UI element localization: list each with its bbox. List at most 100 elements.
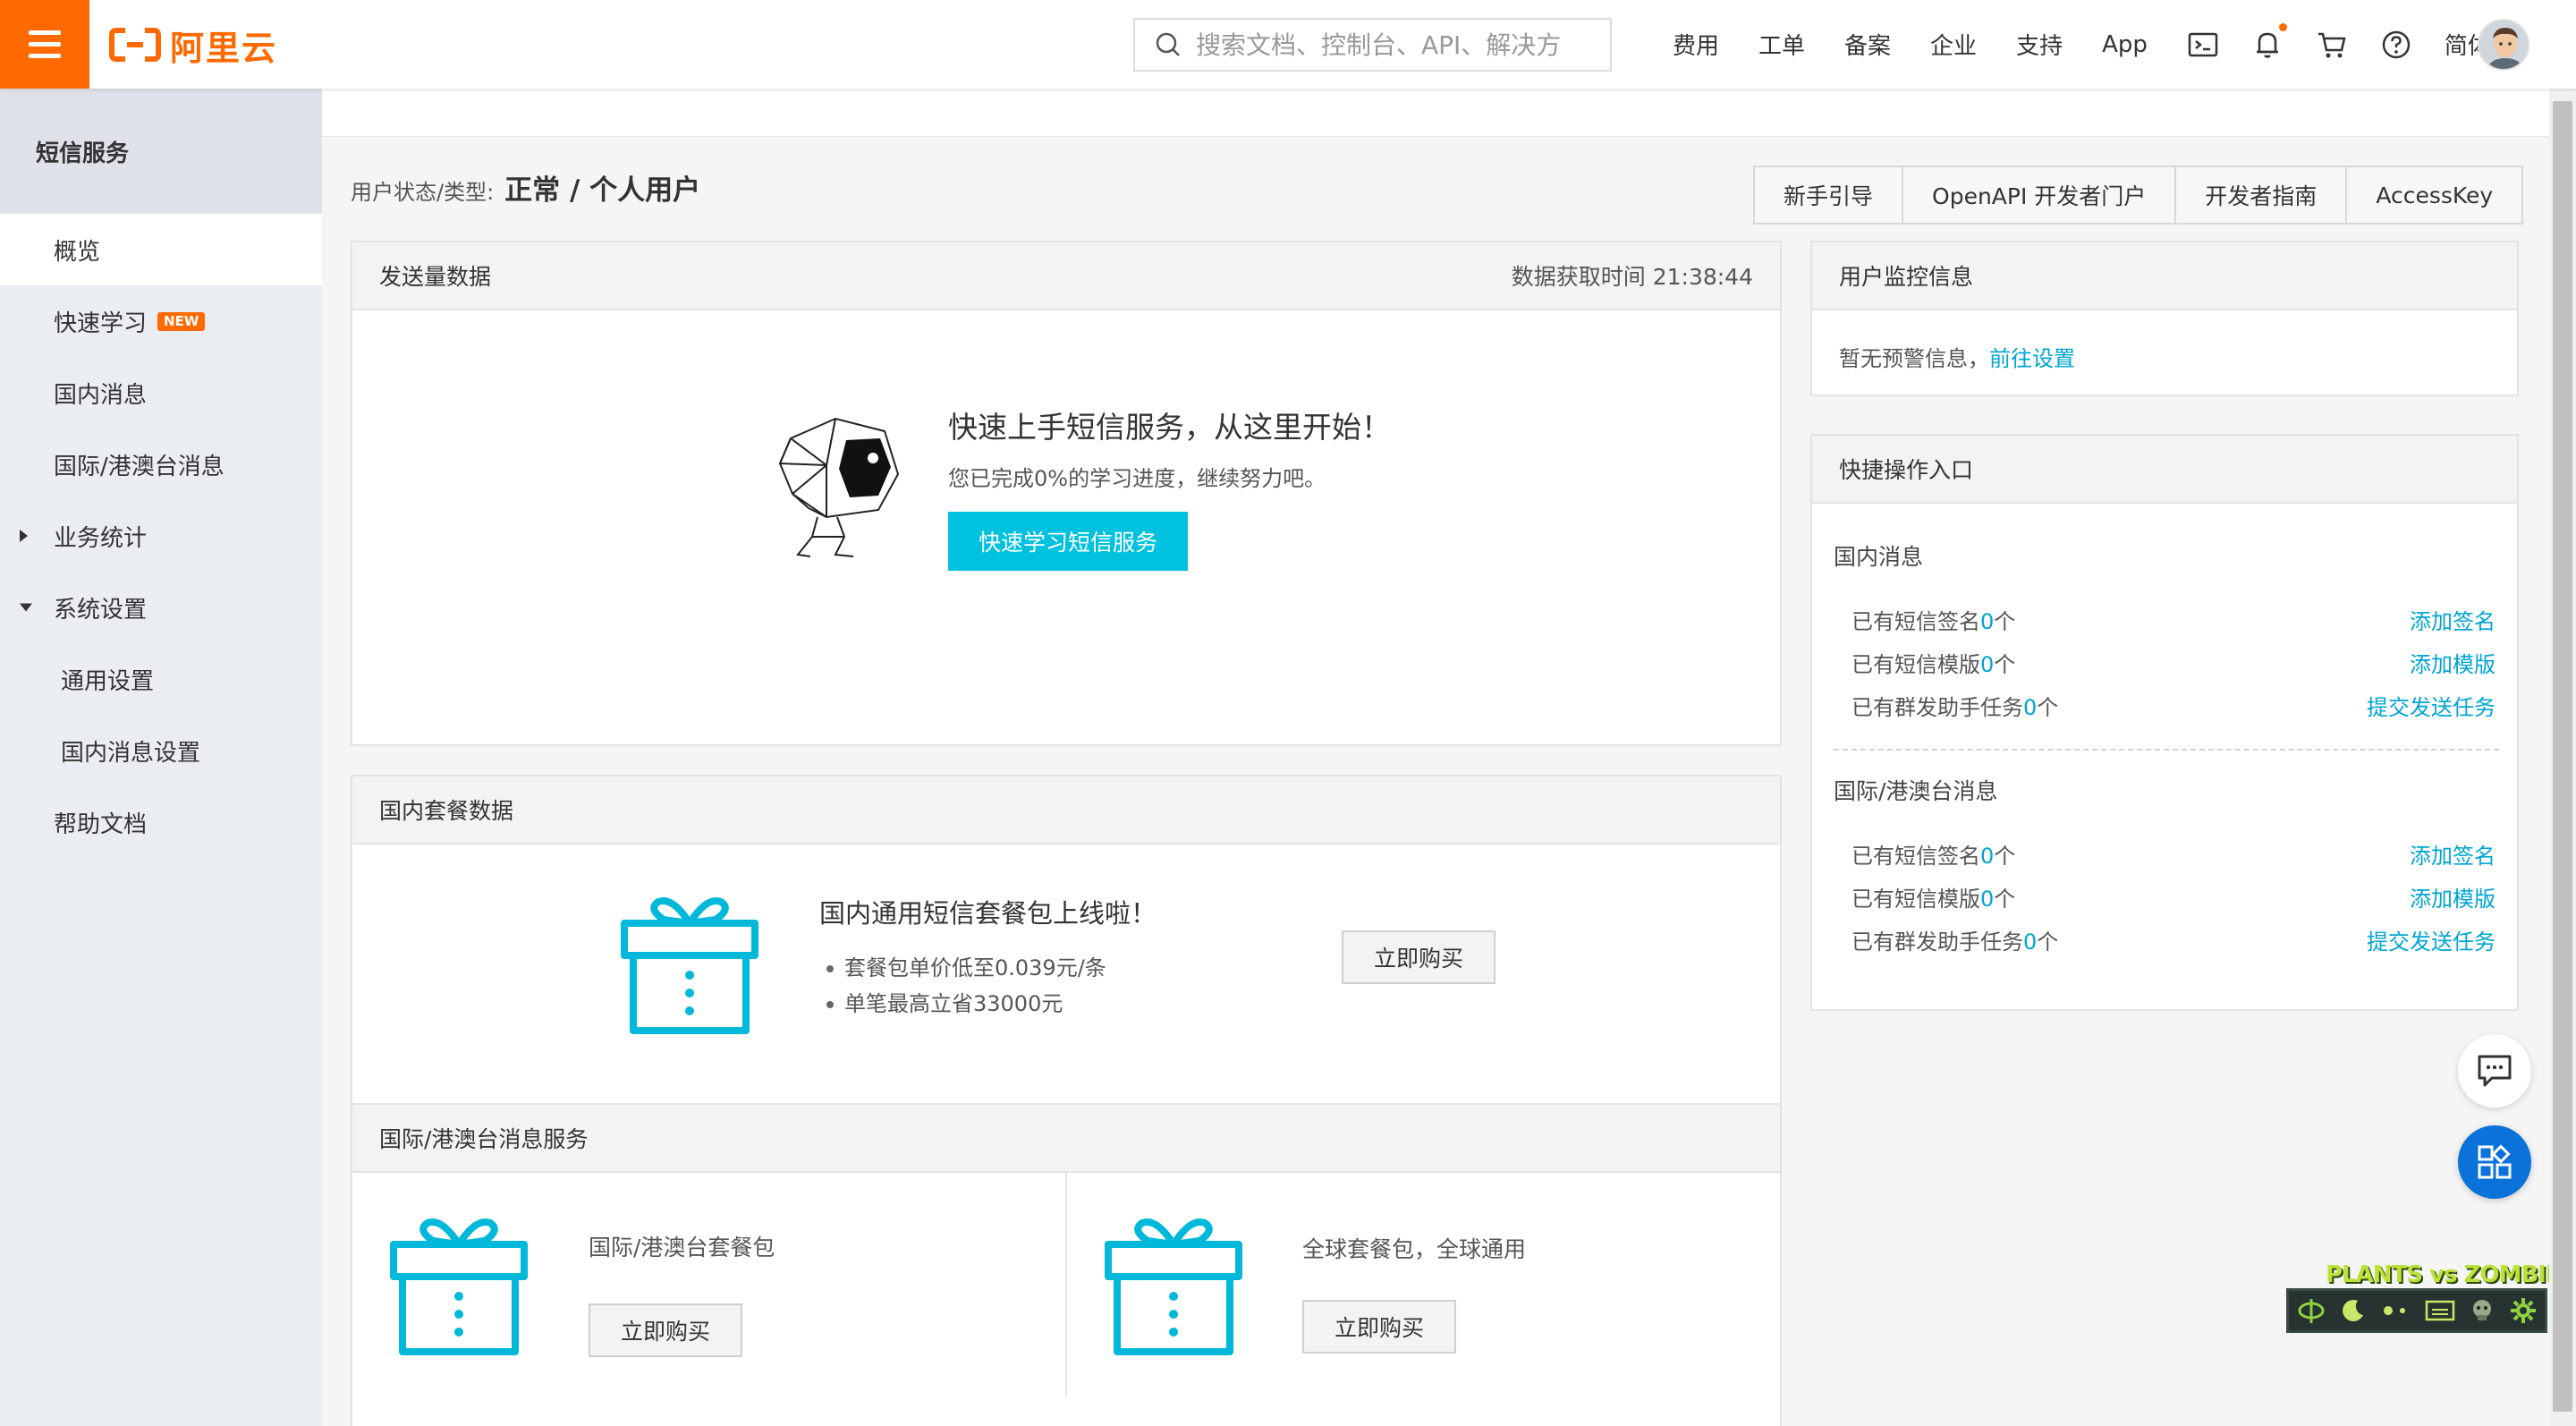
sidebar-item-quick-learn[interactable]: 快速学习 NEW (0, 285, 322, 357)
menu-icon[interactable] (0, 0, 89, 89)
gear-icon[interactable] (2509, 1296, 2538, 1325)
new-badge: NEW (157, 311, 206, 331)
intl-section-title: 国际/港澳台消息 (1834, 778, 1998, 804)
top-navigation-bar: 阿里云 费用 工单 备案 企业 支持 App 简体 (0, 0, 2576, 89)
panel-title: 用户监控信息 (1839, 264, 1974, 290)
domestic-buy-button[interactable]: 立即购买 (1342, 930, 1496, 984)
monitor-text: 暂无预警信息， (1839, 346, 1989, 371)
user-status-label: 用户状态/类型: (351, 180, 495, 205)
game-overlay-widget[interactable]: PLANTS vs ZOMBIES (2286, 1261, 2576, 1333)
panel-title: 快捷操作入口 (1839, 457, 1974, 483)
promo-text: 快速上手短信服务，从这里开始！ 您已完成0%的学习进度，继续努力吧。 快速学习短… (948, 403, 1391, 571)
apps-grid-icon (2478, 1144, 2512, 1179)
sidebar-item-label: 国际/港澳台消息 (54, 453, 225, 480)
sidebar-item-international[interactable]: 国际/港澳台消息 (0, 429, 322, 500)
gift-icon (390, 1218, 528, 1355)
panel-title: 国内套餐数据 (379, 798, 514, 824)
sidebar-item-help-docs[interactable]: 帮助文档 (0, 786, 322, 858)
gift-icon (1105, 1218, 1242, 1355)
global-package-text: 全球套餐包，全球通用 (1302, 1236, 1527, 1262)
promo-subtitle: 您已完成0%的学习进度，继续努力吧。 (948, 466, 1326, 491)
international-package-panel: 国际/港澳台消息服务 国际/港澳台套餐包 立即购买 全球套餐包，全球通用 立即购… (351, 1103, 1782, 1426)
qa-row: 已有群发助手任务0个 提交发送任务 (1852, 690, 2496, 721)
send-volume-panel: 发送量数据 数据获取时间 21:38:44 快速上手短信服务，从这里开始！ 您已… (351, 241, 1782, 746)
intl-package-text: 国际/港澳台套餐包 (589, 1235, 775, 1260)
openapi-portal-button[interactable]: OpenAPI 开发者门户 (1902, 166, 2177, 225)
intl-buy-button[interactable]: 立即购买 (589, 1303, 743, 1357)
sidebar-title: 短信服务 (0, 89, 322, 214)
section-divider (1834, 749, 2499, 751)
add-signature-link[interactable]: 添加签名 (2410, 604, 2496, 635)
top-strip (322, 89, 2549, 137)
user-status: 用户状态/类型: 正常 / 个人用户 (351, 167, 700, 208)
developer-guide-button[interactable]: 开发者指南 (2174, 166, 2348, 225)
sidebar-item-label: 概览 (54, 238, 101, 266)
keyboard-icon[interactable] (2425, 1299, 2455, 1322)
caret-down-icon (20, 603, 32, 612)
search-input[interactable] (1196, 30, 1589, 60)
nav-support[interactable]: 支持 (2016, 28, 2063, 61)
user-status-value: 正常 / 个人用户 (504, 174, 701, 207)
sidebar-item-domestic-settings[interactable]: 国内消息设置 (0, 715, 322, 786)
sidebar-item-overview[interactable]: 概览 (0, 214, 322, 285)
nav-app[interactable]: App (2102, 31, 2148, 58)
sidebar-item-statistics[interactable]: 业务统计 (0, 500, 322, 572)
scrollbar-thumb[interactable] (2553, 101, 2572, 1412)
quick-start-promo: 快速上手短信服务，从这里开始！ 您已完成0%的学习进度，继续努力吧。 快速学习短… (773, 403, 1391, 571)
sidebar-item-label: 快速学习 (54, 310, 148, 337)
beginner-guide-button[interactable]: 新手引导 (1753, 166, 1904, 225)
add-signature-link[interactable]: 添加签名 (2410, 838, 2496, 870)
sidebar-item-label: 国内消息设置 (61, 739, 201, 767)
game-logo: PLANTS vs ZOMBIES (2326, 1261, 2576, 1288)
chat-button[interactable] (2458, 1034, 2531, 1108)
add-template-link[interactable]: 添加模版 (2410, 647, 2496, 678)
sidebar-item-domestic[interactable]: 国内消息 (0, 357, 322, 429)
qa-count-text: 已有短信模版0个 (1852, 887, 2016, 912)
nav-enterprise[interactable]: 企业 (1930, 28, 1977, 61)
sidebar-item-system-settings[interactable]: 系统设置 (0, 572, 322, 643)
sidebar-item-label: 通用设置 (61, 667, 155, 695)
package-headline: 国内通用短信套餐包上线啦！ (819, 898, 1157, 929)
apps-button[interactable] (2458, 1125, 2531, 1199)
package-features: 套餐包单价低至0.039元/条 单笔最高立省33000元 (819, 950, 1157, 1022)
panel-title: 发送量数据 (379, 264, 492, 290)
notification-dot (2278, 22, 2287, 31)
page-scrollbar[interactable] (2549, 89, 2576, 1426)
submit-task-link[interactable]: 提交发送任务 (2367, 924, 2496, 955)
qa-count-text: 已有短信签名0个 (1852, 609, 2016, 634)
submit-task-link[interactable]: 提交发送任务 (2367, 690, 2496, 721)
search-icon (1156, 32, 1180, 56)
bell-icon[interactable] (2251, 22, 2287, 61)
add-template-link[interactable]: 添加模版 (2410, 881, 2496, 912)
sidebar-item-label: 业务统计 (54, 524, 148, 552)
panel-title: 国际/港澳台消息服务 (379, 1126, 589, 1152)
qa-row: 已有短信模版0个 添加模版 (1852, 881, 2496, 912)
panel-divider (1065, 1173, 1067, 1396)
nav-icp[interactable]: 备案 (1844, 28, 1891, 61)
aliyun-logo[interactable]: 阿里云 (109, 23, 277, 68)
accesskey-button[interactable]: AccessKey (2345, 166, 2524, 225)
sidebar-item-general-settings[interactable]: 通用设置 (0, 643, 322, 715)
promo-title: 快速上手短信服务，从这里开始！ (948, 410, 1391, 445)
quick-learn-button[interactable]: 快速学习短信服务 (948, 512, 1189, 571)
domestic-section-title: 国内消息 (1834, 544, 1924, 570)
gift-icon (621, 897, 758, 1034)
nav-tickets[interactable]: 工单 (1758, 28, 1805, 61)
quick-actions-panel: 快捷操作入口 国内消息 已有短信签名0个 添加签名 已有短信模版0个 添加模版 … (1810, 434, 2519, 1011)
qa-count-text: 已有群发助手任务0个 (1852, 695, 2059, 720)
cart-icon[interactable] (2316, 29, 2348, 61)
plant-icon[interactable] (2296, 1295, 2326, 1326)
chat-icon (2478, 1055, 2512, 1087)
help-icon[interactable] (2380, 29, 2412, 61)
terminal-icon[interactable] (2187, 29, 2219, 61)
moon-icon[interactable] (2340, 1297, 2367, 1324)
eyes-icon[interactable] (2380, 1302, 2411, 1320)
qa-row: 已有短信签名0个 添加签名 (1852, 838, 2496, 870)
go-settings-link[interactable]: 前往设置 (1989, 346, 2075, 371)
global-search[interactable] (1133, 18, 1612, 72)
user-avatar[interactable] (2478, 19, 2529, 71)
global-buy-button[interactable]: 立即购买 (1302, 1300, 1457, 1354)
nav-fees[interactable]: 费用 (1673, 28, 1719, 61)
panel-header: 发送量数据 数据获取时间 21:38:44 (352, 242, 1780, 310)
zombie-icon[interactable] (2469, 1297, 2496, 1324)
